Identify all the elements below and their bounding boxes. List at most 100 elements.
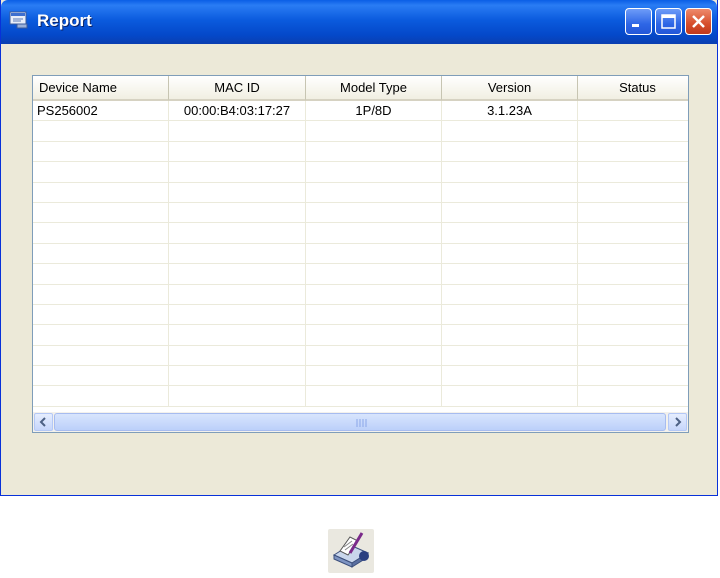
table-row[interactable] [33, 366, 688, 387]
table-cell [578, 244, 688, 265]
scroll-thumb[interactable] [54, 413, 666, 431]
table-cell [306, 366, 442, 387]
table-cell [578, 183, 688, 203]
table-cell [169, 284, 306, 305]
table-cell [306, 223, 442, 244]
print-report-tool-icon[interactable] [328, 529, 374, 573]
table-row[interactable] [33, 141, 688, 163]
table-cell [169, 264, 306, 285]
table-row[interactable] [33, 202, 688, 224]
list-rows: PS256002 00:00:B4:03:17:27 1P/8D 3.1.23A [33, 101, 688, 407]
table-cell [306, 345, 442, 367]
table-cell [306, 121, 442, 142]
table-cell [578, 386, 688, 407]
table-row[interactable] [33, 223, 688, 244]
table-cell [33, 243, 169, 265]
table-cell [578, 346, 688, 367]
table-cell [442, 182, 578, 203]
table-cell [169, 243, 306, 265]
table-cell [578, 285, 688, 305]
table-cell [442, 162, 578, 183]
table-cell [442, 366, 578, 387]
table-cell [306, 162, 442, 183]
table-cell [442, 121, 578, 142]
maximize-icon [661, 14, 676, 29]
table-cell [578, 142, 688, 163]
title-bar[interactable]: Report [1, 0, 717, 44]
table-cell [169, 325, 306, 346]
table-cell [33, 386, 169, 407]
scroll-grip-icon [356, 419, 367, 427]
table-cell [442, 243, 578, 265]
table-cell [33, 284, 169, 305]
print-report-tool-icon-graphic [332, 532, 370, 568]
maximize-button[interactable] [655, 8, 682, 35]
table-cell [33, 304, 169, 326]
table-cell [306, 202, 442, 224]
column-header-status[interactable]: Status [578, 76, 688, 101]
table-cell [442, 284, 578, 305]
table-cell [578, 121, 688, 142]
table-cell [442, 325, 578, 346]
table-cell [33, 141, 169, 163]
table-row[interactable]: PS256002 00:00:B4:03:17:27 1P/8D 3.1.23A [33, 101, 688, 122]
table-row[interactable] [33, 284, 688, 305]
close-button[interactable] [685, 8, 712, 35]
table-cell [578, 223, 688, 244]
table-cell: 00:00:B4:03:17:27 [169, 101, 306, 122]
table-cell [169, 366, 306, 387]
table-cell [33, 345, 169, 367]
table-cell [33, 223, 169, 244]
table-row[interactable] [33, 121, 688, 142]
device-list-view[interactable]: Device Name MAC ID Model Type Version St… [32, 75, 689, 433]
column-header-mac-id[interactable]: MAC ID [169, 76, 306, 101]
table-cell [33, 366, 169, 387]
table-cell [33, 202, 169, 224]
table-row[interactable] [33, 264, 688, 285]
minimize-icon [632, 24, 639, 27]
report-window: Report Device Name MAC ID Model Type Ver… [0, 0, 718, 496]
table-cell [169, 223, 306, 244]
table-row[interactable] [33, 345, 688, 367]
table-row[interactable] [33, 243, 688, 265]
table-cell [442, 304, 578, 326]
table-row[interactable] [33, 325, 688, 346]
table-cell [306, 182, 442, 203]
list-header: Device Name MAC ID Model Type Version St… [33, 76, 688, 101]
table-cell [578, 305, 688, 326]
table-cell [442, 345, 578, 367]
horizontal-scrollbar[interactable] [33, 412, 688, 432]
report-window-icon [9, 11, 28, 29]
scroll-left-button[interactable] [34, 413, 53, 431]
table-cell [169, 182, 306, 203]
table-row[interactable] [33, 386, 688, 407]
table-row[interactable] [33, 304, 688, 326]
table-cell [578, 264, 688, 285]
table-cell [33, 182, 169, 203]
table-cell [169, 141, 306, 163]
table-row[interactable] [33, 182, 688, 203]
table-cell [169, 202, 306, 224]
table-cell [169, 345, 306, 367]
column-header-device-name[interactable]: Device Name [33, 76, 169, 101]
minimize-button[interactable] [625, 8, 652, 35]
table-cell [169, 162, 306, 183]
scroll-right-icon [675, 417, 682, 427]
scroll-left-icon [39, 417, 46, 427]
table-cell [169, 121, 306, 142]
table-cell [442, 223, 578, 244]
table-cell [33, 121, 169, 142]
table-cell [306, 243, 442, 265]
table-cell [578, 162, 688, 183]
window-title: Report [37, 11, 92, 30]
table-row[interactable] [33, 162, 688, 183]
column-header-model-type[interactable]: Model Type [306, 76, 442, 101]
table-cell [33, 325, 169, 346]
table-cell [442, 386, 578, 407]
table-cell [442, 202, 578, 224]
table-cell [578, 101, 688, 122]
table-cell [306, 304, 442, 326]
scroll-right-button[interactable] [668, 413, 687, 431]
table-cell [306, 264, 442, 285]
column-header-version[interactable]: Version [442, 76, 578, 101]
